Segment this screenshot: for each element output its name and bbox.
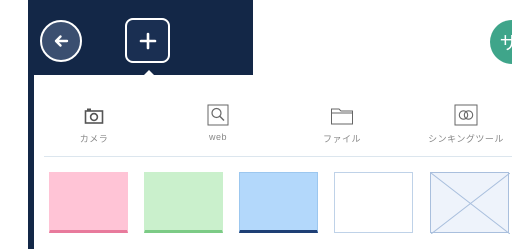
source-web-label: web	[208, 132, 227, 142]
source-web[interactable]: web	[158, 102, 278, 142]
back-button[interactable]	[40, 20, 82, 62]
add-card-popup: カメラ web ファイル シンキングツール	[34, 80, 512, 249]
arrow-left-icon	[54, 35, 69, 47]
source-camera-label: カメラ	[79, 134, 109, 144]
color-card-white[interactable]	[334, 172, 413, 233]
folder-icon	[331, 108, 353, 125]
divider	[44, 156, 512, 157]
color-card-blue[interactable]	[239, 172, 318, 233]
canvas-header	[253, 0, 512, 75]
left-margin	[0, 0, 28, 249]
badge-glyph: ザ	[500, 33, 512, 53]
source-options: カメラ web ファイル シンキングツール	[34, 80, 512, 156]
color-card-green[interactable]	[144, 172, 223, 233]
camera-icon	[84, 108, 104, 124]
no-color-icon	[431, 173, 510, 234]
source-file[interactable]: ファイル	[282, 102, 402, 145]
color-card-pink[interactable]	[49, 172, 128, 233]
plus-icon	[139, 32, 156, 49]
source-camera[interactable]: カメラ	[34, 102, 154, 145]
search-icon	[207, 104, 229, 126]
source-thinking-tool-label: シンキングツール	[428, 134, 504, 144]
add-button[interactable]	[125, 18, 170, 63]
source-thinking-tool[interactable]: シンキングツール	[406, 102, 512, 145]
color-card-none[interactable]	[430, 172, 510, 234]
source-file-label: ファイル	[322, 134, 361, 144]
popup-pointer	[139, 70, 159, 80]
syncing-tool-icon	[454, 104, 478, 126]
